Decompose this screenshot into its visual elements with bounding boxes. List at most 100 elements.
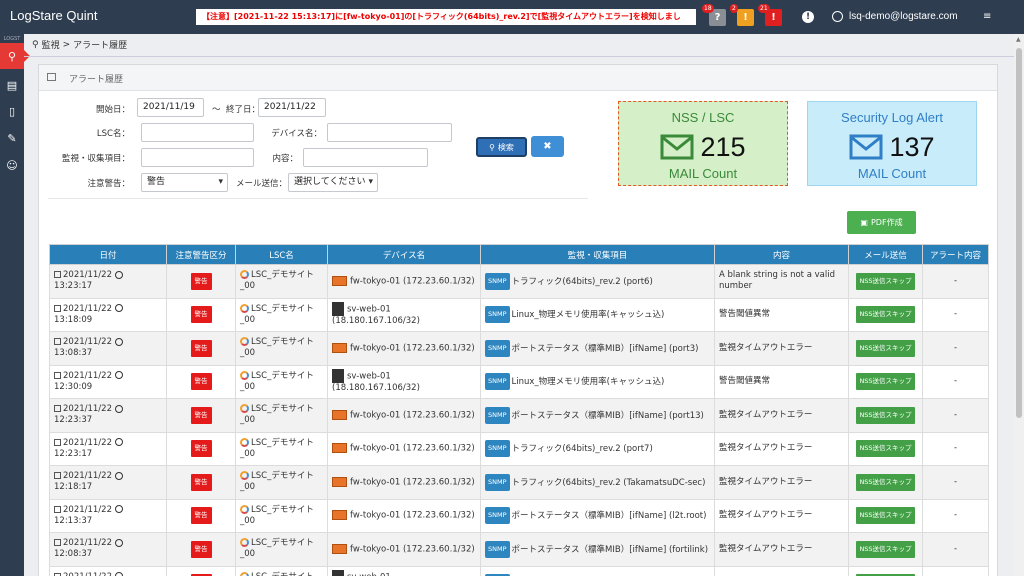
mail-skip-badge[interactable]: NSS送信スキップ bbox=[856, 473, 915, 491]
end-date-input[interactable]: 2021/11/22 bbox=[258, 98, 326, 117]
warning-count-badge: 2 bbox=[730, 4, 738, 13]
table-row[interactable]: 2021/11/2212:08:37 警告 LSC_デモサイト_00 fw-tokyo… bbox=[49, 532, 989, 567]
warning-icon[interactable]: 2! bbox=[730, 4, 754, 26]
device-name-input[interactable] bbox=[327, 123, 452, 142]
col-header-severity[interactable]: 注意警告区分 bbox=[166, 244, 236, 265]
table-row[interactable]: 2021/11/2211:42:09警告 LSC_デモサイト_00 sv-web-0… bbox=[49, 565, 989, 576]
clock-icon bbox=[115, 371, 123, 380]
row-lsc-name: LSC_デモサイト_00 bbox=[240, 337, 314, 359]
cell-date: 2021/11/2213:08:37 bbox=[49, 331, 167, 366]
breadcrumb-root[interactable]: 監視 bbox=[42, 38, 60, 51]
sidebar-search-icon[interactable]: ⚲ bbox=[0, 43, 30, 69]
cell-content: 警告閾値異常 bbox=[714, 297, 849, 332]
cell-device: fw-tokyo-01 (172.23.60.1/32) bbox=[327, 465, 481, 500]
calendar-icon bbox=[54, 472, 61, 480]
server-icon bbox=[332, 570, 344, 576]
lsc-name-input[interactable] bbox=[141, 123, 254, 142]
page-scrollbar[interactable]: ▲ bbox=[1014, 34, 1024, 576]
alert-ticker[interactable]: 【注意】[2021-11-22 15:13:17]に[fw-tokyo-01]の… bbox=[196, 9, 696, 25]
protocol-badge: SNMP bbox=[485, 507, 510, 525]
cell-alert-detail: - bbox=[922, 364, 989, 399]
row-content: 監視タイムアウトエラー bbox=[719, 476, 813, 487]
start-date-input[interactable]: 2021/11/19 bbox=[137, 98, 204, 117]
scrollbar-thumb[interactable] bbox=[1016, 48, 1022, 418]
row-time: 12:23:37 bbox=[54, 415, 93, 426]
sidebar-report-icon[interactable]: ▯ bbox=[0, 98, 24, 124]
close-icon: ✖ bbox=[543, 141, 552, 152]
col-header-lsc[interactable]: LSC名 bbox=[235, 244, 328, 265]
mail-skip-badge[interactable]: NSS送信スキップ bbox=[856, 507, 915, 525]
table-row[interactable]: 2021/11/2212:23:37 警告 LSC_デモサイト_00 fw-tokyo… bbox=[49, 398, 989, 433]
cell-date: 2021/11/2213:18:09 bbox=[49, 297, 167, 332]
sidebar-settings-icon[interactable]: ✎ bbox=[0, 125, 24, 151]
row-alert-detail: - bbox=[953, 543, 958, 554]
row-content: 監視タイムアウトエラー bbox=[719, 342, 813, 353]
dropdown-menu-icon[interactable]: ≡ bbox=[983, 11, 991, 22]
table-row[interactable]: 2021/11/2213:23:17 警告 LSC_デモサイト_00 fw-tokyo… bbox=[49, 264, 989, 299]
table-row[interactable]: 2021/11/2213:08:37 警告 LSC_デモサイト_00 fw-tokyo… bbox=[49, 331, 989, 366]
cell-device: sv-web-01 (18.180.167.106/32) bbox=[327, 297, 481, 332]
severity-select[interactable]: 警告 bbox=[141, 173, 228, 192]
cell-date: 2021/11/2212:18:17 bbox=[49, 465, 167, 500]
table-row[interactable]: 2021/11/2212:13:37 警告 LSC_デモサイト_00 fw-tokyo… bbox=[49, 498, 989, 533]
table-row[interactable]: 2021/11/2212:18:17 警告 LSC_デモサイト_00 fw-tokyo… bbox=[49, 465, 989, 500]
col-header-monitor-item[interactable]: 監視・収集項目 bbox=[480, 244, 715, 265]
severity-label: 注意警告： bbox=[87, 179, 130, 189]
app-brand[interactable]: LogStare Quint bbox=[10, 8, 97, 23]
table-icon bbox=[47, 73, 56, 81]
security-log-alert-count-box[interactable]: Security Log Alert 137 MAIL Count bbox=[807, 101, 977, 186]
mail-skip-badge[interactable]: NSS送信スキップ bbox=[856, 373, 915, 391]
clock-icon bbox=[115, 538, 123, 547]
calendar-icon bbox=[54, 405, 61, 413]
cell-alert-detail: - bbox=[922, 532, 989, 567]
cell-alert-detail: - bbox=[922, 264, 989, 299]
cell-lsc: LSC_デモサイト_00 bbox=[235, 398, 328, 433]
sidebar-dashboard-icon[interactable]: ▤ bbox=[0, 72, 24, 98]
col-header-content[interactable]: 内容 bbox=[714, 244, 849, 265]
protocol-badge: SNMP bbox=[485, 339, 510, 357]
table-row[interactable]: 2021/11/2212:23:17 警告 LSC_デモサイト_00 fw-tokyo… bbox=[49, 431, 989, 466]
mail-skip-badge[interactable]: NSS送信スキップ bbox=[856, 306, 915, 324]
sla-count-value: 137 bbox=[889, 131, 935, 162]
pdf-export-button[interactable]: ▣ PDF作成 bbox=[847, 211, 916, 234]
col-header-date[interactable]: 日付 bbox=[49, 244, 167, 265]
col-header-mail[interactable]: メール送信 bbox=[848, 244, 923, 265]
mail-skip-badge[interactable]: NSS送信スキップ bbox=[856, 339, 915, 357]
sidebar: LOGST ⚲ ▤ ▯ ✎ ☺ bbox=[0, 34, 30, 576]
content-input[interactable] bbox=[303, 148, 428, 167]
pdf-icon: ▣ bbox=[860, 218, 868, 227]
cell-device: fw-tokyo-01 (172.23.60.1/32) bbox=[327, 398, 481, 433]
cell-mail: NSS送信スキップ bbox=[848, 264, 923, 299]
search-button[interactable]: ⚲ 検索 bbox=[476, 137, 527, 157]
user-email[interactable]: lsq-demo@logstare.com bbox=[849, 11, 958, 22]
row-content: 監視タイムアウトエラー bbox=[719, 443, 813, 454]
cell-severity: 警告 bbox=[166, 264, 236, 299]
cell-device: sv-web-01 (18.180.167.106/32) bbox=[327, 565, 481, 576]
sidebar-users-icon[interactable]: ☺ bbox=[0, 152, 24, 178]
mail-send-select[interactable]: 選択してください bbox=[288, 173, 378, 192]
mail-skip-badge[interactable]: NSS送信スキップ bbox=[856, 440, 915, 458]
nss-mail-count-box[interactable]: NSS / LSC 215 MAIL Count bbox=[618, 101, 788, 186]
mail-skip-badge[interactable]: NSS送信スキップ bbox=[856, 406, 915, 424]
mail-skip-badge[interactable]: NSS送信スキップ bbox=[856, 272, 915, 290]
cell-alert-detail: - bbox=[922, 465, 989, 500]
row-monitor-item: トラフィック(64bits)_rev.2 (port7) bbox=[511, 444, 653, 455]
row-content: A blank string is not a valid number bbox=[719, 270, 835, 292]
firewall-icon bbox=[332, 443, 347, 453]
question-icon[interactable]: 18? bbox=[702, 4, 726, 26]
info-icon[interactable]: ! bbox=[802, 11, 814, 23]
scroll-up-arrow-icon[interactable]: ▲ bbox=[1016, 36, 1021, 43]
cell-alert-detail: - bbox=[922, 498, 989, 533]
row-date: 2021/11/22 bbox=[63, 471, 112, 482]
monitor-item-input[interactable] bbox=[141, 148, 254, 167]
table-row[interactable]: 2021/11/2212:30:09 警告 LSC_デモサイト_00 sv-web-0… bbox=[49, 364, 989, 399]
col-header-alert-detail[interactable]: アラート内容 bbox=[922, 244, 989, 265]
table-row[interactable]: 2021/11/2213:18:09 警告 LSC_デモサイト_00 sv-web-0… bbox=[49, 297, 989, 332]
mail-skip-badge[interactable]: NSS送信スキップ bbox=[856, 540, 915, 558]
mail-send-label: メール送信： bbox=[236, 179, 288, 189]
col-header-device[interactable]: デバイス名 bbox=[327, 244, 481, 265]
row-time: 13:18:09 bbox=[54, 314, 93, 325]
cell-monitor-item: SNMP トラフィック(64bits)_rev.2 (port6) bbox=[480, 264, 715, 299]
error-icon[interactable]: 21! bbox=[758, 4, 782, 26]
clear-button[interactable]: ✖ bbox=[531, 136, 564, 157]
